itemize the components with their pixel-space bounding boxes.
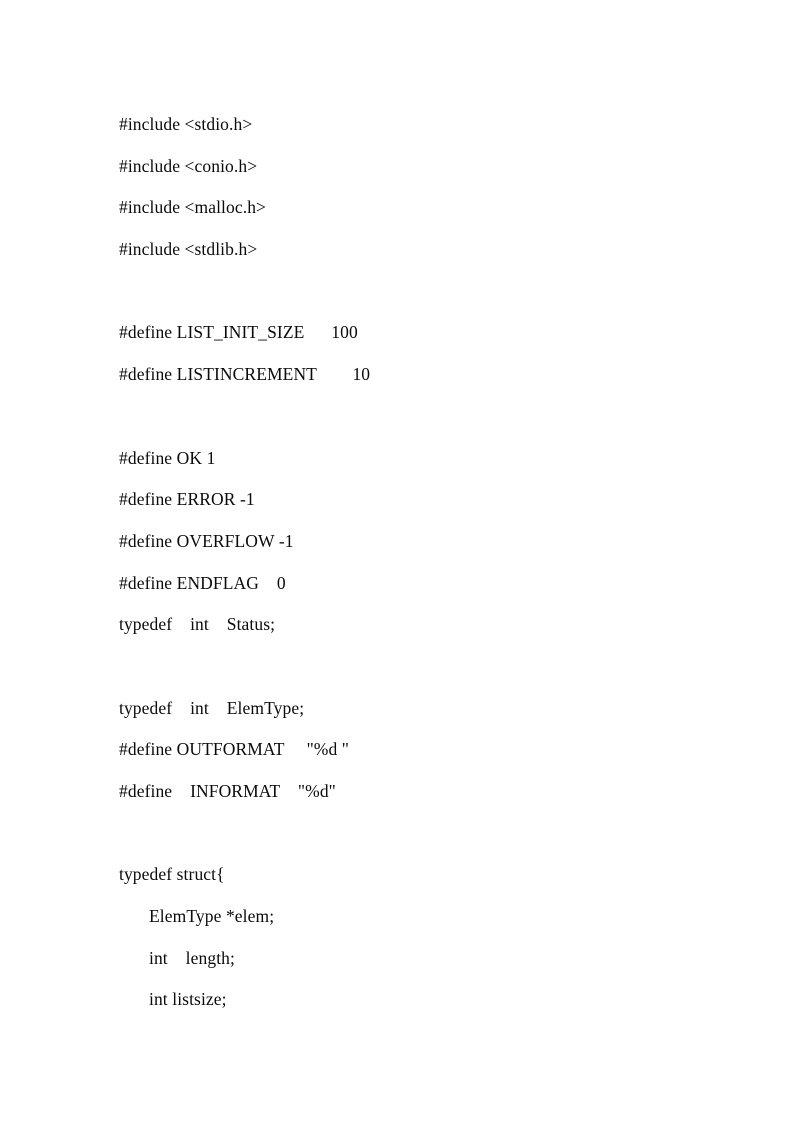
code-line: #define LISTINCREMENT 10: [119, 364, 371, 385]
code-line: #include <stdlib.h>: [119, 239, 258, 260]
code-line: #include <conio.h>: [119, 155, 258, 176]
code-line: int length;: [149, 947, 235, 968]
code-line: typedef struct{: [119, 864, 225, 885]
code-block: #include <stdio.h> #include <conio.h> #inc…: [119, 104, 753, 1021]
document-page: #include <stdio.h> #include <conio.h> #inc…: [0, 0, 793, 1122]
code-line: #include <stdio.h>: [119, 114, 253, 134]
code-line: #include <malloc.h>: [119, 197, 267, 218]
code-line: typedef int ElemType;: [119, 697, 305, 718]
code-line: typedef int Status;: [119, 614, 276, 635]
code-line: #define ERROR -1: [119, 489, 255, 510]
code-line: ElemType *elem;: [149, 906, 275, 927]
code-line: int listsize;: [149, 989, 227, 1010]
code-line: #define OUTFORMAT "%d ": [119, 739, 350, 760]
code-line: #define LIST_INIT_SIZE 100: [119, 322, 358, 343]
code-line: #define INFORMAT "%d": [119, 781, 336, 801]
code-line: #define OK 1: [119, 447, 216, 468]
code-line: #define OVERFLOW -1: [119, 530, 294, 551]
code-line: #define ENDFLAG 0: [119, 572, 286, 593]
